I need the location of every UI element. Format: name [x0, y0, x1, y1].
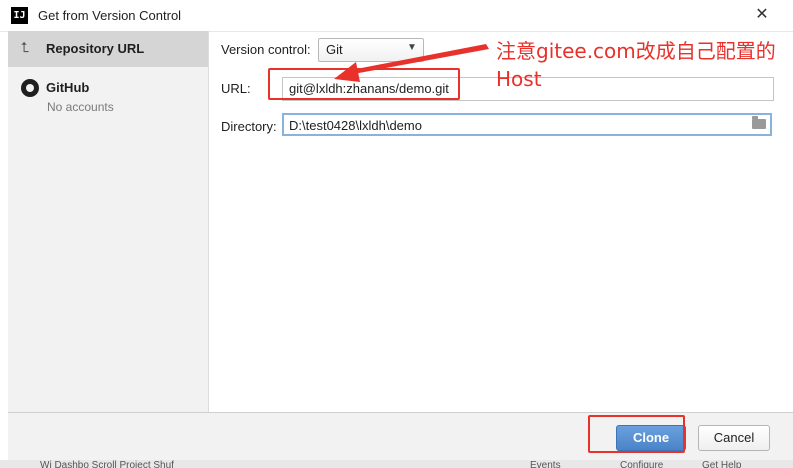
sidebar-item-label: GitHub — [46, 80, 90, 95]
version-control-select[interactable]: Git ▼ — [318, 38, 424, 62]
directory-label: Directory: — [221, 119, 277, 134]
directory-input[interactable]: D:\test0428\lxldh\demo — [282, 113, 772, 136]
close-button[interactable]: ✕ — [751, 4, 773, 26]
github-accounts-status: No accounts — [47, 100, 114, 114]
background-text: Events — [530, 460, 561, 468]
window-title: Get from Version Control — [38, 8, 182, 23]
url-highlight-box — [268, 68, 460, 100]
chevron-down-icon: ▼ — [407, 42, 417, 53]
browse-folder-icon[interactable] — [752, 116, 766, 129]
background-text: Wi Dashbo Scroll Project Shuf — [40, 460, 174, 468]
url-label: URL: — [221, 81, 251, 96]
annotation-note: 注意gitee.com改成自己配置的 Host — [496, 37, 776, 93]
sidebar-item-repository-url[interactable]: ⮤ Repository URL — [8, 31, 208, 67]
version-control-value: Git — [326, 42, 343, 57]
directory-value: D:\test0428\lxldh\demo — [289, 118, 422, 133]
annotation-note-line1: 注意gitee.com改成自己配置的 — [496, 39, 776, 63]
cancel-button[interactable]: Cancel — [698, 425, 770, 451]
background-text: Configure — [620, 460, 664, 468]
background-text: Get Help — [702, 460, 742, 468]
sidebar-item-label: Repository URL — [46, 41, 145, 56]
repository-url-icon: ⮤ — [21, 40, 30, 56]
background-window: Wi Dashbo Scroll Project Shuf Events Con… — [0, 460, 793, 468]
clone-highlight-box — [588, 415, 685, 453]
version-control-label: Version control: — [221, 42, 311, 57]
sidebar-item-github[interactable]: GitHub No accounts — [8, 75, 208, 123]
intellij-app-icon: IJ — [11, 7, 28, 24]
vcs-source-sidebar: ⮤ Repository URL GitHub No accounts — [8, 31, 209, 412]
title-bar: IJ Get from Version Control ✕ — [0, 0, 793, 32]
github-icon — [21, 79, 39, 97]
annotation-note-line2: Host — [496, 67, 542, 91]
